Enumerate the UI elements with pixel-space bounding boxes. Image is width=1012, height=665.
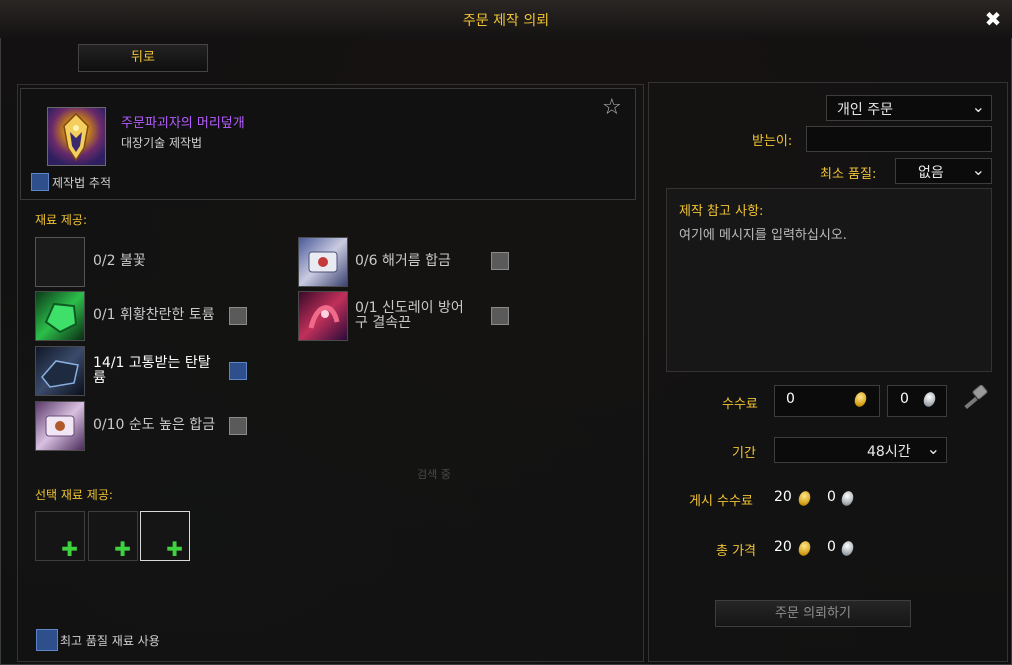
reagent-checkbox[interactable] (491, 252, 509, 270)
reagent-checkbox[interactable] (491, 307, 509, 325)
duration-value: 48시간 (867, 444, 911, 460)
star-icon[interactable]: ☆ (602, 96, 622, 120)
reagent-slot-empty[interactable] (35, 237, 85, 287)
chevron-down-icon: ⌄ (971, 160, 985, 179)
optional-reagent-slot[interactable]: ✚ (35, 511, 85, 561)
hammer-icon[interactable] (960, 384, 990, 413)
posting-fee-gold: 20 (774, 489, 792, 505)
reagent-text: 14/1 고통받는 탄탈륨 (93, 355, 211, 386)
min-quality-value: 없음 (918, 165, 944, 181)
order-type-dropdown[interactable]: 개인 주문 ⌄ (826, 95, 992, 121)
total-label: 총 가격 (716, 544, 757, 559)
min-quality-dropdown[interactable]: 없음 ⌄ (895, 158, 992, 184)
posting-fee-label: 게시 수수료 (689, 494, 753, 509)
track-recipe-label: 제작법 추적 (52, 176, 112, 190)
total-gold: 20 (774, 539, 792, 555)
plus-icon: ✚ (114, 537, 131, 561)
min-quality-label: 최소 품질: (820, 167, 877, 182)
thorium-ore-icon[interactable] (35, 291, 85, 341)
recipe-header (20, 88, 636, 200)
best-quality-label: 최고 품질 재료 사용 (60, 634, 160, 648)
reagent-checkbox[interactable] (229, 417, 247, 435)
faint-background-text: 검색 중 (417, 468, 451, 481)
commission-gold-value: 0 (786, 391, 795, 407)
recipe-type: 대장기술 제작법 (121, 136, 203, 150)
reagents-header: 재료 제공: (35, 213, 88, 227)
commission-label: 수수료 (722, 397, 758, 412)
posting-fee-silver: 0 (827, 489, 836, 505)
plus-icon: ✚ (166, 537, 183, 561)
armor-binding-icon[interactable] (298, 291, 348, 341)
duration-dropdown[interactable]: 48시간 ⌄ (774, 437, 947, 463)
reagent-text: 0/10 순도 높은 합금 (93, 417, 216, 433)
track-recipe-checkbox[interactable] (31, 173, 49, 191)
commission-silver-value: 0 (900, 391, 909, 407)
best-quality-checkbox[interactable] (36, 629, 58, 651)
helm-icon[interactable] (47, 107, 106, 166)
optional-reagent-slot[interactable]: ✚ (140, 511, 190, 561)
reagent-text: 0/2 불꽃 (93, 253, 146, 269)
optional-reagent-slot[interactable]: ✚ (88, 511, 138, 561)
window-title: 주문 제작 의뢰 (462, 13, 550, 29)
reagent-text: 0/1 신도레이 방어구 결속끈 (355, 300, 464, 331)
reagent-checkbox[interactable] (229, 307, 247, 325)
recipient-label: 받는이: (752, 134, 793, 149)
close-icon[interactable]: ✖ (982, 8, 1004, 30)
pure-alloy-icon[interactable] (35, 401, 85, 451)
notes-title: 제작 참고 사항: (679, 204, 764, 219)
duration-label: 기간 (732, 446, 756, 461)
reagent-text: 0/6 해거름 합금 (355, 253, 451, 269)
commission-silver-input[interactable] (887, 385, 947, 417)
alloy-icon[interactable] (298, 237, 348, 287)
chevron-down-icon: ⌄ (971, 97, 985, 116)
tantalum-icon[interactable] (35, 346, 85, 396)
chevron-down-icon: ⌄ (926, 439, 940, 458)
order-type-value: 개인 주문 (837, 102, 893, 118)
optional-reagents-header: 선택 재료 제공: (35, 488, 113, 502)
notes-placeholder: 여기에 메시지를 입력하십시오. (679, 228, 847, 243)
submit-order-button[interactable]: 주문 의뢰하기 (715, 600, 911, 627)
plus-icon: ✚ (61, 537, 78, 561)
reagent-text: 0/1 휘황찬란한 토륨 (93, 307, 215, 323)
recipe-name: 주문파괴자의 머리덮개 (121, 116, 245, 131)
reagent-checkbox[interactable] (229, 362, 247, 380)
total-silver: 0 (827, 539, 836, 555)
recipient-input[interactable] (806, 126, 992, 152)
back-button[interactable]: 뒤로 (78, 44, 208, 72)
